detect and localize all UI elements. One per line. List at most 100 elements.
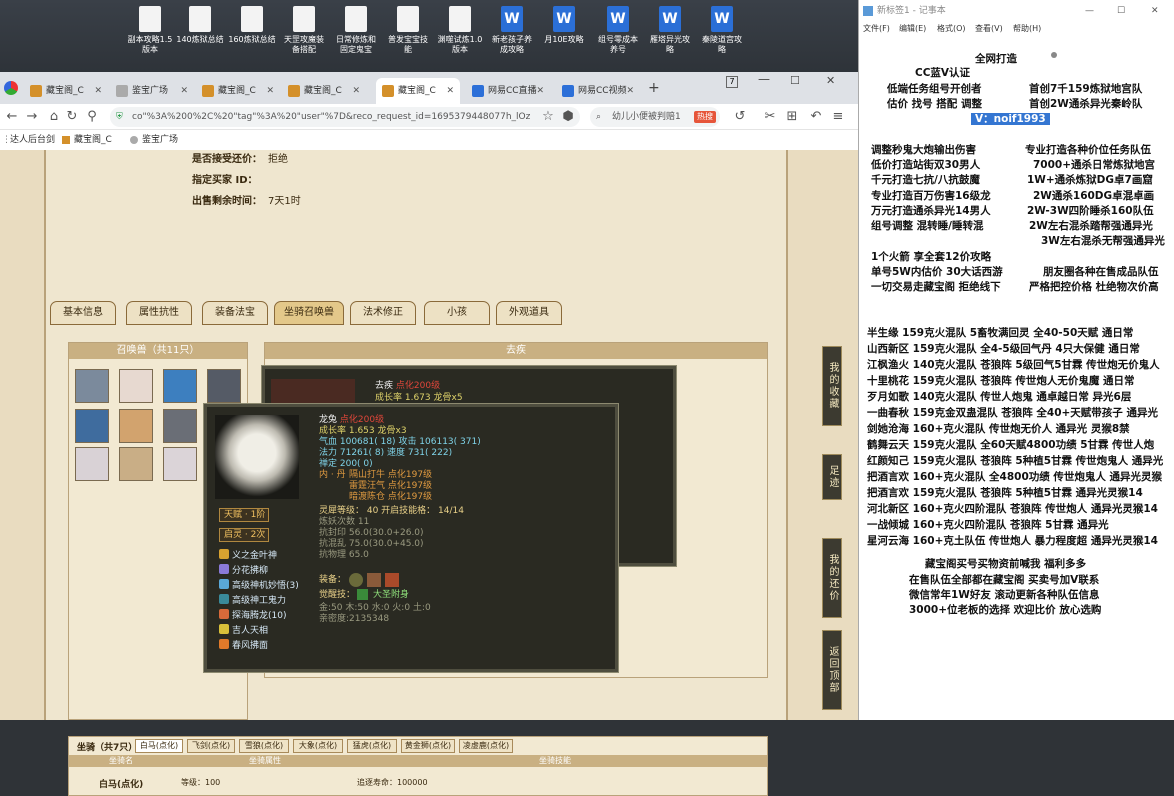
- pet-avatar[interactable]: [119, 447, 153, 481]
- menu-file[interactable]: 文件(F): [863, 22, 890, 36]
- menu-icon[interactable]: ≡: [828, 107, 848, 127]
- close-icon[interactable]: ✕: [626, 78, 634, 104]
- pet-skill[interactable]: 高级神工鬼力: [219, 594, 286, 607]
- tab-child[interactable]: 小孩: [424, 301, 490, 325]
- tab-equipment[interactable]: 装备法宝: [202, 301, 268, 325]
- browser-window: 藏宝阁_C ✕ 鉴宝广场 ✕ 藏宝阁_C ✕ 藏宝阁_C ✕ 藏宝阁_C ✕ 网易CC直播…: [0, 72, 858, 796]
- my-favorites-button[interactable]: 我的收藏: [822, 346, 842, 426]
- mount-tab[interactable]: 大象(点化): [293, 739, 343, 753]
- tab-basic-info[interactable]: 基本信息: [50, 301, 116, 325]
- skill-icon: [219, 549, 229, 559]
- tab-item-active[interactable]: 藏宝阁_C ✕: [376, 78, 460, 104]
- close-window-icon[interactable]: ✕: [1151, 0, 1159, 22]
- tab-mounts-pets[interactable]: 坐骑召唤兽: [274, 301, 344, 325]
- pet-avatar[interactable]: [119, 409, 153, 443]
- minimize-icon[interactable]: —: [758, 72, 770, 86]
- back-icon[interactable]: ←: [2, 107, 22, 127]
- pet-avatar[interactable]: [119, 369, 153, 403]
- pet-avatar[interactable]: [163, 409, 197, 443]
- bookmark-item[interactable]: 达人后台剑: [10, 130, 55, 150]
- tab-item[interactable]: 鉴宝广场 ✕: [110, 78, 194, 104]
- new-tab-icon[interactable]: +: [648, 80, 660, 96]
- home-icon[interactable]: ⌂: [44, 107, 64, 127]
- desktop-file-icon[interactable]: 渊噬试炼1.0 版本: [436, 6, 484, 55]
- star-icon[interactable]: ☆: [538, 107, 558, 127]
- minimize-icon[interactable]: —: [1085, 0, 1094, 22]
- search-input[interactable]: ⌕ 幼儿小便被判赔1 热搜: [590, 107, 720, 127]
- text-line: 3W左右混杀无帮强通异光: [1041, 235, 1165, 247]
- back-to-top-button[interactable]: 返回顶部: [822, 630, 842, 710]
- grid-icon[interactable]: ⊞: [782, 107, 802, 127]
- url-input[interactable]: ⛨ co"%3A%200%2C%20"tag"%3A%20"user"%7D&re…: [110, 107, 580, 127]
- menu-edit[interactable]: 编辑(E): [899, 22, 926, 36]
- desktop-file-icon[interactable]: 日常修炼和 固定鬼宝: [332, 6, 380, 55]
- pet-avatar[interactable]: [163, 447, 197, 481]
- close-icon[interactable]: ✕: [266, 78, 274, 104]
- undo-icon[interactable]: ↺: [730, 107, 750, 127]
- tab-attributes[interactable]: 属性抗性: [126, 301, 192, 325]
- pet-skill[interactable]: 义之金叶神: [219, 549, 277, 562]
- pet-skill[interactable]: 分花拂柳: [219, 564, 268, 577]
- undo-icon[interactable]: ↶: [806, 107, 826, 127]
- tab-spell-correction[interactable]: 法术修正: [350, 301, 416, 325]
- tab-item[interactable]: 网易CC视频 ✕: [556, 78, 640, 104]
- close-icon[interactable]: ✕: [352, 78, 360, 104]
- equipment-icon[interactable]: [385, 573, 399, 587]
- scissors-icon[interactable]: ✂: [760, 107, 780, 127]
- contact-line: V：noif1993: [971, 112, 1050, 126]
- close-window-icon[interactable]: ✕: [826, 74, 835, 87]
- close-icon[interactable]: ✕: [536, 78, 544, 104]
- desktop-file-icon[interactable]: 天罡攻魔装 备搭配: [280, 6, 328, 55]
- pet-avatar[interactable]: [75, 409, 109, 443]
- desktop-file-icon[interactable]: 副本攻略1.5 版本: [126, 6, 174, 55]
- pet-skill[interactable]: 春风拂面: [219, 639, 268, 652]
- close-icon[interactable]: ✕: [94, 78, 102, 104]
- tab-appearance[interactable]: 外观道具: [496, 301, 562, 325]
- equipment-icon[interactable]: [367, 573, 381, 587]
- mount-title: 坐骑（共7只）: [77, 743, 138, 753]
- refresh-icon[interactable]: ↻: [62, 107, 82, 127]
- mount-tab[interactable]: 雪狼(点化): [239, 739, 289, 753]
- tab-item[interactable]: 藏宝阁_C ✕: [196, 78, 280, 104]
- mount-tab[interactable]: 猛虎(点化): [347, 739, 397, 753]
- pet-skill[interactable]: 吉人天相: [219, 624, 268, 637]
- tab-search-icon[interactable]: 7: [726, 76, 738, 88]
- desktop-file-icon[interactable]: 140炼狱总结: [176, 6, 224, 45]
- equipment-icon[interactable]: [349, 573, 363, 587]
- close-icon[interactable]: ✕: [180, 78, 188, 104]
- pet-avatar[interactable]: [75, 447, 109, 481]
- bookmark-item[interactable]: 鉴宝广场: [142, 130, 178, 150]
- tab-item[interactable]: 藏宝阁_C ✕: [282, 78, 366, 104]
- desktop-file-icon[interactable]: 普发宝宝技能: [384, 6, 432, 55]
- tab-item[interactable]: 藏宝阁_C ✕: [24, 78, 108, 104]
- bookmark-item[interactable]: 藏宝阁_C: [74, 130, 112, 150]
- tab-item[interactable]: 网易CC直播 ✕: [466, 78, 550, 104]
- mount-tab[interactable]: 白马(点化): [135, 739, 183, 753]
- pet-avatar[interactable]: [163, 369, 197, 403]
- mount-tab[interactable]: 凌虚鹿(点化): [459, 739, 513, 753]
- footprint-button[interactable]: 足迹: [822, 454, 842, 500]
- desktop-file-icon[interactable]: W 新老孩子养 成攻略: [488, 6, 536, 55]
- mount-tab[interactable]: 黄金狮(点化): [401, 739, 455, 753]
- close-icon[interactable]: ✕: [446, 78, 454, 104]
- desktop-file-icon[interactable]: 160炼狱总结: [228, 6, 276, 45]
- pin-icon[interactable]: ⚲: [82, 107, 102, 127]
- extension-icon[interactable]: ⬢: [558, 107, 578, 127]
- desktop-file-icon[interactable]: W 秦陵道宫攻略: [698, 6, 746, 55]
- pet-avatar[interactable]: [207, 369, 241, 403]
- pet-avatar[interactable]: [75, 369, 109, 403]
- pet-skill[interactable]: 探海腾龙(10): [219, 609, 286, 622]
- forward-icon[interactable]: →: [22, 107, 42, 127]
- pet-skill[interactable]: 高级神机妙悟(3): [219, 579, 299, 592]
- desktop-file-icon[interactable]: W 月10E攻略: [540, 6, 588, 45]
- menu-help[interactable]: 帮助(H): [1013, 22, 1041, 36]
- my-offers-button[interactable]: 我的还价: [822, 538, 842, 618]
- maximize-icon[interactable]: ☐: [790, 74, 800, 87]
- desktop-file-icon[interactable]: W 雁塔异光攻略: [646, 6, 694, 55]
- menu-format[interactable]: 格式(O): [937, 22, 966, 36]
- maximize-icon[interactable]: ☐: [1117, 0, 1125, 22]
- mount-tab[interactable]: 飞剑(点化): [187, 739, 235, 753]
- desktop-file-icon[interactable]: W 组号零成本 养号: [594, 6, 642, 55]
- menu-view[interactable]: 查看(V): [975, 22, 1003, 36]
- server-line: 山西新区 159克火混队 全4-5级回气丹 4只大保健 通日常: [867, 343, 1140, 355]
